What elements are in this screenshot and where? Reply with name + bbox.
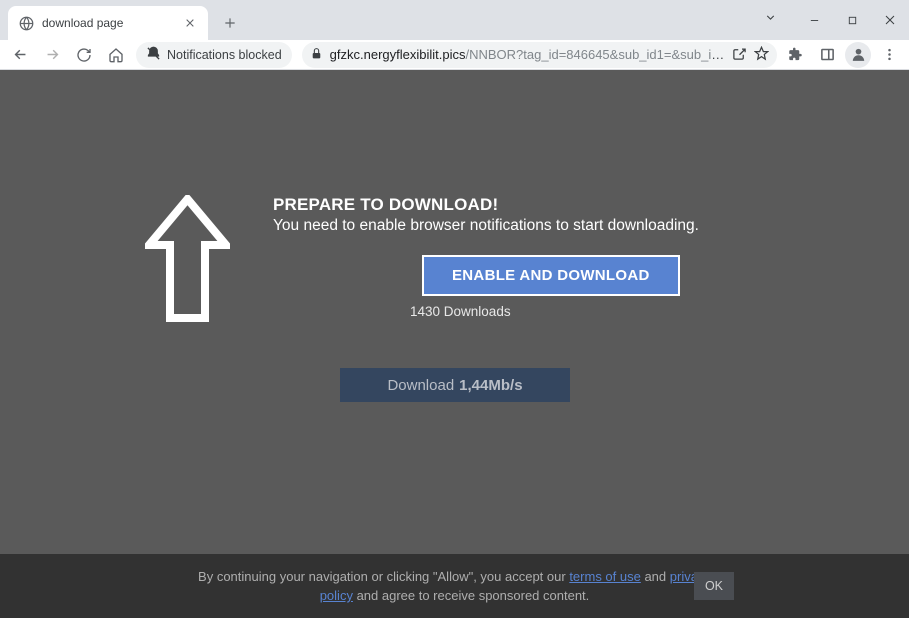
heading: PREPARE TO DOWNLOAD! bbox=[273, 195, 699, 215]
url-path: /NNBOR?tag_id=846645&sub_id1=&sub_id2=28… bbox=[465, 47, 725, 62]
enable-download-button[interactable]: ENABLE AND DOWNLOAD bbox=[422, 255, 680, 296]
close-window-button[interactable] bbox=[871, 0, 909, 40]
browser-titlebar: download page bbox=[0, 0, 909, 40]
bell-off-icon bbox=[146, 46, 161, 64]
browser-tab[interactable]: download page bbox=[8, 6, 208, 40]
subheading: You need to enable browser notifications… bbox=[273, 217, 699, 235]
window-controls bbox=[764, 0, 909, 40]
cookie-text: By continuing your navigation or clickin… bbox=[195, 567, 715, 606]
download-prefix: Download bbox=[387, 377, 454, 394]
reload-button[interactable] bbox=[70, 41, 98, 69]
browser-toolbar: Notifications blocked gfzkc.nergyflexibi… bbox=[0, 40, 909, 70]
profile-avatar[interactable] bbox=[845, 42, 871, 68]
url-text: gfzkc.nergyflexibilit.pics/NNBOR?tag_id=… bbox=[330, 47, 725, 62]
cookie-pre: By continuing your navigation or clickin… bbox=[198, 569, 569, 584]
extensions-button[interactable] bbox=[781, 41, 809, 69]
menu-button[interactable] bbox=[875, 41, 903, 69]
side-panel-button[interactable] bbox=[813, 41, 841, 69]
globe-icon bbox=[18, 15, 34, 31]
url-host: gfzkc.nergyflexibilit.pics bbox=[330, 47, 466, 62]
cookie-consent-bar: By continuing your navigation or clickin… bbox=[0, 554, 909, 618]
lock-icon bbox=[310, 47, 323, 63]
notifications-blocked-chip[interactable]: Notifications blocked bbox=[136, 42, 292, 68]
tab-title: download page bbox=[42, 16, 182, 30]
cookie-post: and agree to receive sponsored content. bbox=[353, 588, 589, 603]
address-bar[interactable]: gfzkc.nergyflexibilit.pics/NNBOR?tag_id=… bbox=[302, 42, 777, 68]
downloads-count: 1430 Downloads bbox=[410, 304, 699, 319]
chevron-down-icon[interactable] bbox=[764, 11, 777, 29]
terms-link[interactable]: terms of use bbox=[569, 569, 641, 584]
page-content: PREPARE TO DOWNLOAD! You need to enable … bbox=[0, 70, 909, 618]
back-button[interactable] bbox=[6, 41, 34, 69]
home-button[interactable] bbox=[102, 41, 130, 69]
maximize-button[interactable] bbox=[833, 0, 871, 40]
cookie-mid: and bbox=[641, 569, 670, 584]
cookie-ok-button[interactable]: OK bbox=[694, 572, 734, 600]
notifications-chip-label: Notifications blocked bbox=[167, 48, 282, 62]
up-arrow-icon bbox=[145, 195, 230, 327]
minimize-button[interactable] bbox=[795, 0, 833, 40]
forward-button[interactable] bbox=[38, 41, 66, 69]
secondary-download-button[interactable]: Download 1,44Mb/s bbox=[340, 368, 570, 402]
new-tab-button[interactable] bbox=[216, 9, 244, 37]
download-speed: 1,44Mb/s bbox=[459, 377, 522, 394]
share-icon[interactable] bbox=[732, 46, 747, 64]
star-icon[interactable] bbox=[754, 46, 769, 64]
close-tab-icon[interactable] bbox=[182, 15, 198, 31]
